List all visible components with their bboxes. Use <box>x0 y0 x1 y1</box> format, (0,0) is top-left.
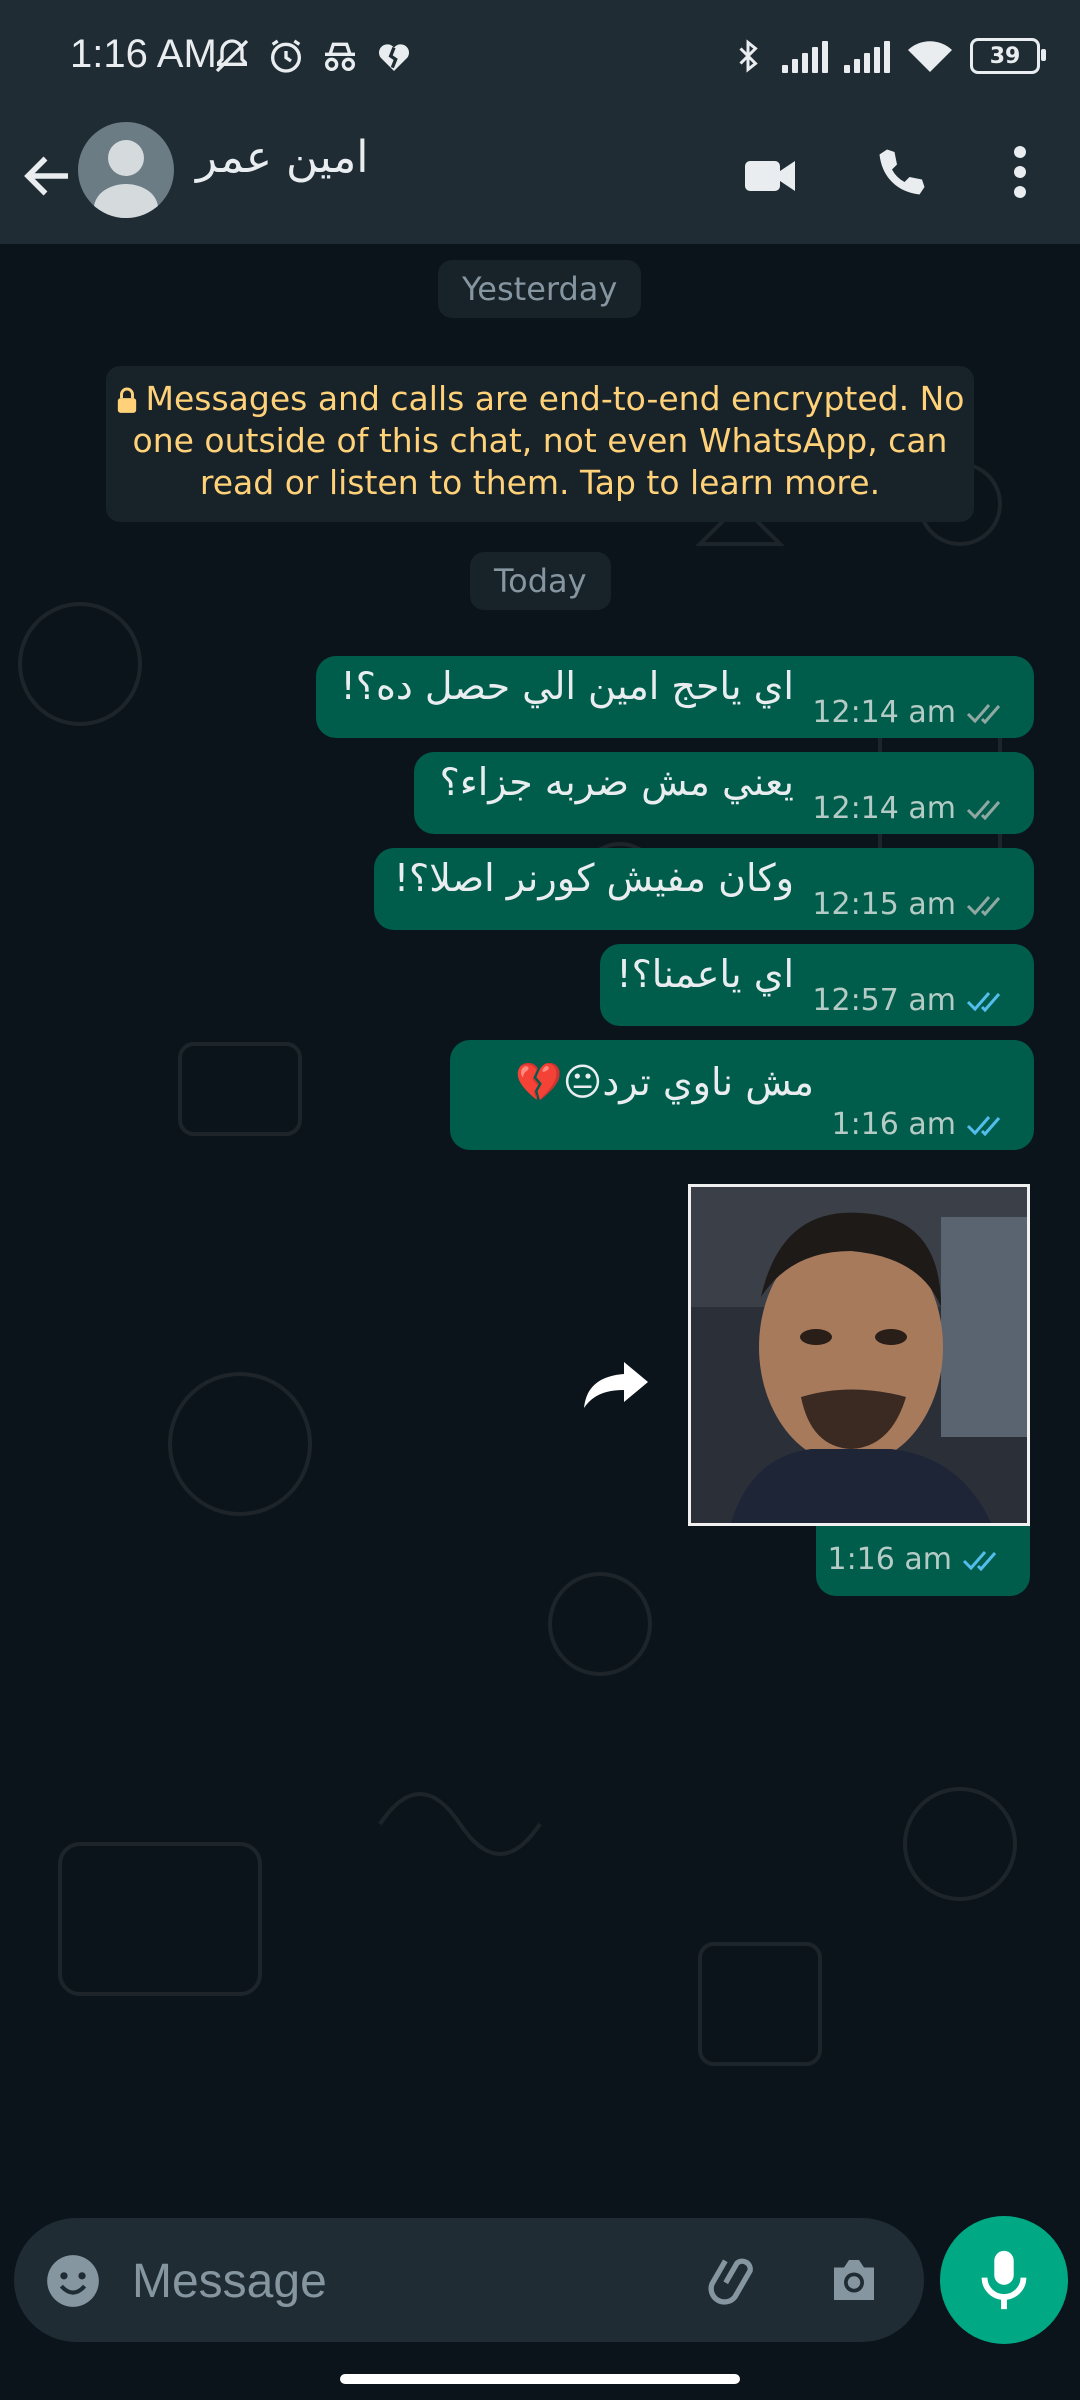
voice-message-button[interactable] <box>940 2216 1068 2344</box>
image-message[interactable] <box>688 1184 1030 1526</box>
chat-area[interactable]: Yesterday Messages and calls are end-to-… <box>0 244 1080 2220</box>
message-bubble[interactable]: وكان مفيش كورنر اصلا؟! 12:15 am <box>374 848 1034 930</box>
message-time: 12:57 am <box>812 983 956 1018</box>
wifi-icon <box>908 41 952 72</box>
message-text: اي ياعمنا؟! <box>616 952 794 996</box>
status-time: 1:16 AM <box>70 32 217 76</box>
message-time: 12:14 am <box>812 791 956 826</box>
message-text: وكان مفيش كورنر اصلا؟! <box>393 856 794 900</box>
encryption-text: Messages and calls are end-to-end encryp… <box>132 379 965 502</box>
forward-icon[interactable] <box>576 1354 656 1414</box>
double-check-icon <box>966 895 1001 916</box>
double-check-icon <box>962 1550 997 1571</box>
signal-icon <box>844 39 890 73</box>
battery-level: 39 <box>989 43 1021 69</box>
microphone-icon <box>981 2250 1027 2310</box>
message-text: يعني مش ضربه جزاء؟ <box>439 760 794 804</box>
double-check-icon <box>966 1115 1001 1136</box>
incognito-icon <box>325 42 355 72</box>
attach-icon[interactable] <box>704 2248 768 2312</box>
status-bar: 1:16 AM 39 <box>0 0 1080 118</box>
double-check-icon <box>966 799 1001 820</box>
alarm-icon <box>271 39 301 73</box>
camera-icon[interactable] <box>824 2250 884 2310</box>
message-input[interactable]: Message <box>132 2254 327 2309</box>
heart-broken-icon <box>379 44 409 71</box>
battery-icon: 39 <box>970 38 1046 74</box>
double-check-icon <box>966 703 1001 724</box>
contact-name[interactable]: امين عمر <box>196 132 369 183</box>
more-vert-icon[interactable] <box>1000 142 1040 202</box>
date-separator-yesterday: Yesterday <box>438 260 642 318</box>
back-arrow-icon[interactable] <box>18 146 78 206</box>
message-bubble[interactable]: اي ياحج امين الي حصل ده؟! 12:14 am <box>316 656 1034 738</box>
message-text: مش ناوي ترد😐💔 <box>515 1060 814 1104</box>
chat-header: امين عمر <box>0 118 1080 244</box>
avatar[interactable] <box>78 122 174 218</box>
message-time: 1:16 am <box>827 1542 952 1577</box>
message-time: 12:14 am <box>812 695 956 730</box>
message-text: اي ياحج امين الي حصل ده؟! <box>340 664 794 708</box>
encryption-notice[interactable]: Messages and calls are end-to-end encryp… <box>106 366 974 522</box>
message-bubble[interactable]: يعني مش ضربه جزاء؟ 12:14 am <box>414 752 1034 834</box>
voice-call-icon[interactable] <box>872 142 932 202</box>
image-message-footer: 1:16 am <box>816 1526 1030 1596</box>
video-call-icon[interactable] <box>740 146 800 206</box>
photo-thumbnail <box>691 1187 1027 1523</box>
emoji-icon[interactable] <box>42 2250 104 2312</box>
message-bubble[interactable]: مش ناوي ترد😐💔 1:16 am <box>450 1040 1034 1150</box>
message-composer: Message <box>14 2218 924 2342</box>
message-time: 12:15 am <box>812 887 956 922</box>
message-time: 1:16 am <box>831 1107 956 1142</box>
home-indicator[interactable] <box>340 2374 740 2384</box>
mute-bell-icon <box>215 39 249 73</box>
double-check-icon <box>966 991 1001 1012</box>
message-bubble[interactable]: اي ياعمنا؟! 12:57 am <box>600 944 1034 1026</box>
lock-icon <box>117 387 136 413</box>
bluetooth-icon <box>739 39 758 73</box>
date-separator-today: Today <box>470 552 611 610</box>
signal-icon <box>782 39 828 73</box>
